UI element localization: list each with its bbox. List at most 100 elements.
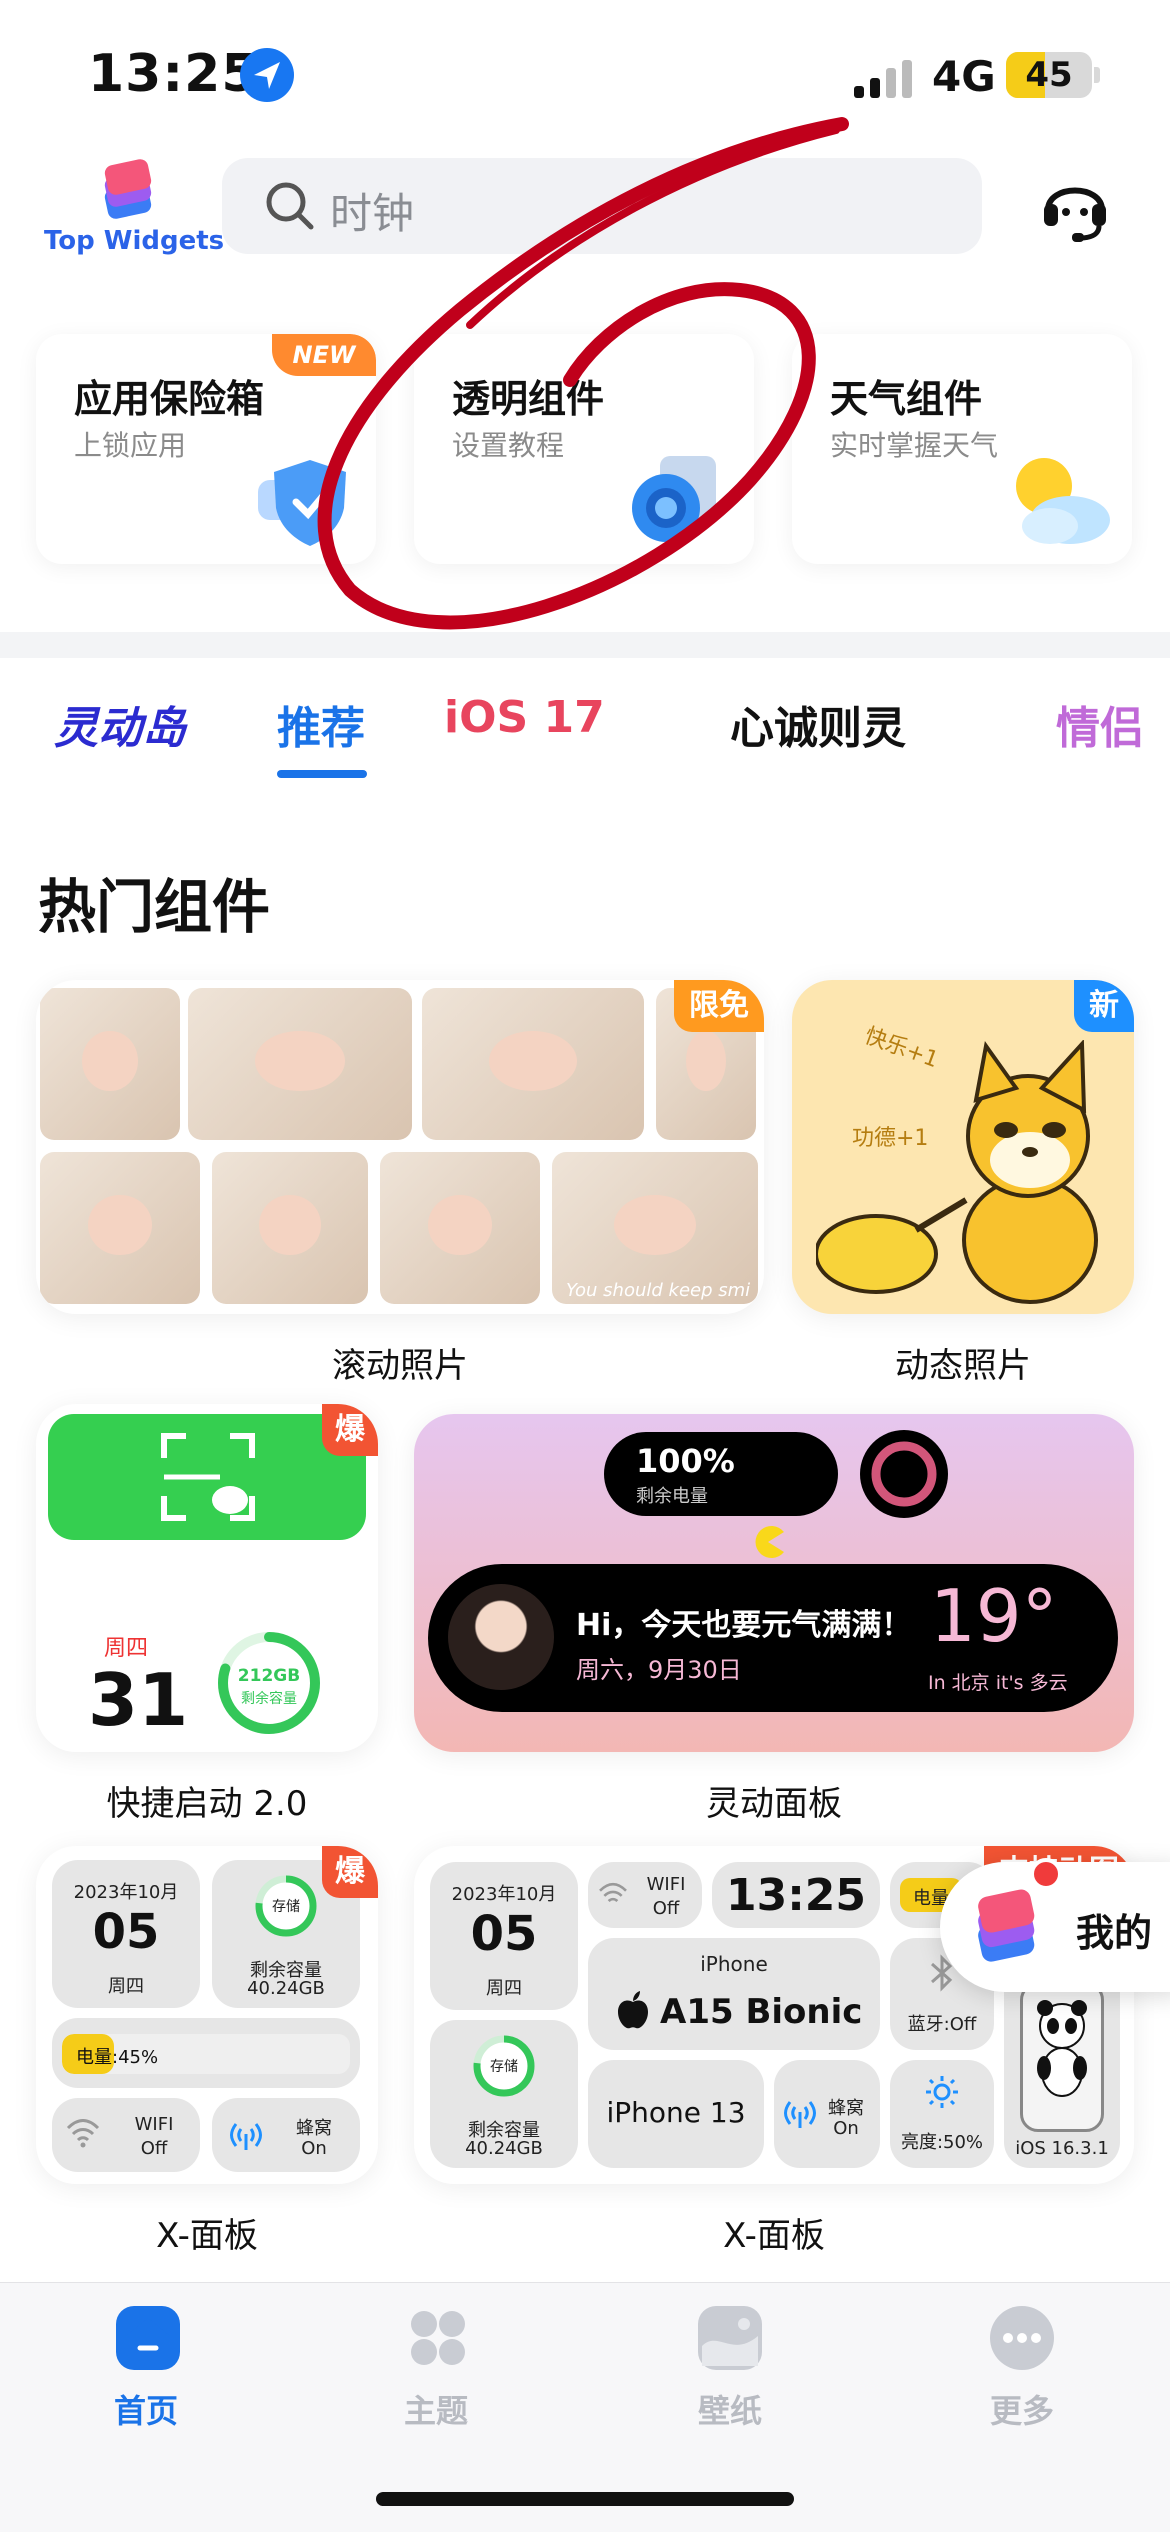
battery-bar: 电量:45% — [62, 2034, 350, 2074]
theme-icon[interactable] — [406, 2306, 470, 2370]
widget-label: 快捷启动 2.0 — [106, 1784, 308, 1824]
widget-x-panel-small[interactable]: 2023年10月 05 周四 存储 剩余容量 40.24GB 电量:45% WI… — [36, 1846, 378, 2184]
date-day: 05 — [92, 1904, 160, 1960]
app-logo-icon — [978, 1889, 1035, 1962]
cellular-state: On — [301, 2138, 327, 2159]
widget-quick-launch[interactable]: 周四 31 212GB 剩余容量 爆 — [36, 1404, 378, 1752]
category-sincere[interactable]: 心诚则灵 — [730, 692, 906, 756]
clock-time: 13:25 — [725, 1870, 867, 1921]
my-profile-floating-button[interactable]: 我的 — [940, 1858, 1170, 1992]
storage-value: 40.24GB — [465, 2138, 543, 2159]
category-dynamic-island[interactable]: 灵动岛 — [54, 692, 186, 756]
customer-service-icon[interactable] — [1040, 170, 1110, 244]
date-year-month: 2023年10月 — [73, 1882, 179, 1903]
chip-name: A15 Bionic — [660, 1992, 863, 2032]
category-ios17[interactable]: iOS 17 — [444, 692, 605, 743]
storage-ring-label: 存储 — [490, 2059, 518, 2075]
active-tab-underline — [277, 770, 367, 778]
photo-thumb — [380, 1152, 540, 1304]
photo-thumb — [40, 988, 180, 1140]
new-badge: 新 — [1074, 980, 1134, 1032]
widget-scroll-photos[interactable]: You should keep smi 限免 — [36, 980, 764, 1314]
brightness-value: 亮度:50% — [900, 2132, 984, 2153]
device-label: iPhone — [700, 1952, 768, 1976]
date-weekday: 周四 — [108, 1976, 144, 1997]
notification-dot — [1030, 1858, 1062, 1890]
storage-label: 剩余容量 — [241, 1691, 297, 1707]
widget-dynamic-panel[interactable]: 100% 剩余电量 Hi，今天也要元气满满！ 周六，9月30日 19° In 北… — [414, 1414, 1134, 1752]
apple-logo-icon — [618, 1991, 648, 2029]
wifi-state: Off — [652, 1898, 680, 1919]
brightness-tile[interactable]: 亮度:50% — [890, 2060, 994, 2168]
widget-label: 滚动照片 — [332, 1346, 468, 1386]
ring-icon — [860, 1430, 948, 1518]
cellular-label: 蜂窝 — [828, 2098, 864, 2119]
cellular-label: 蜂窝 — [296, 2118, 332, 2139]
widget-label: X-面板 — [156, 2216, 258, 2256]
battery-cap — [1094, 67, 1100, 83]
date-year-month: 2023年10月 — [451, 1884, 557, 1905]
wallpaper-icon[interactable] — [698, 2306, 762, 2370]
limited-free-badge: 限免 — [674, 980, 764, 1032]
day-number: 31 — [88, 1658, 189, 1742]
wifi-icon — [599, 1882, 627, 1903]
tab-wallpaper-label[interactable]: 壁纸 — [660, 2386, 800, 2432]
feature-card-subtitle: 上锁应用 — [74, 429, 187, 462]
photo-caption: You should keep smi — [566, 1280, 751, 1301]
home-indicator — [376, 2492, 794, 2506]
cellular-antenna-icon — [784, 2101, 816, 2128]
battery-label: 剩余电量 — [636, 1486, 708, 1507]
cellular-tile[interactable]: 蜂窝 On — [774, 2060, 880, 2168]
wechat-scan-icon — [161, 1433, 255, 1521]
battery-text: 电量:45% — [76, 2047, 159, 2068]
avatar — [448, 1584, 554, 1690]
app-name: Top Widgets+ — [44, 226, 239, 256]
cellular-tile[interactable]: 蜂窝 On — [212, 2098, 360, 2172]
app-logo-icon[interactable] — [92, 158, 162, 224]
brightness-icon — [926, 2076, 958, 2108]
hot-badge: 爆 — [322, 1404, 378, 1456]
date-day: 05 — [470, 1906, 538, 1962]
more-icon[interactable] — [990, 2306, 1054, 2370]
clock-tile: 13:25 — [712, 1862, 880, 1928]
wifi-state: Off — [140, 2138, 168, 2159]
photo-thumb — [40, 1152, 200, 1304]
cellular-state: On — [833, 2118, 859, 2139]
photo-thumb — [212, 1152, 368, 1304]
panda-icon — [1037, 2000, 1087, 2097]
widget-live-photo[interactable]: 快乐+1 功德+1 幸运 新 — [792, 980, 1134, 1314]
storage-value: 40.24GB — [247, 1978, 325, 1999]
chip-tile: iPhone A15 Bionic — [588, 1938, 880, 2050]
wifi-label: WIFI — [646, 1874, 686, 1895]
tab-home-label[interactable]: 首页 — [76, 2386, 216, 2432]
network-type: 4G — [932, 52, 996, 101]
section-divider — [0, 632, 1170, 658]
battery-text: 45 — [1025, 55, 1073, 95]
sun-cloud-icon — [1016, 458, 1110, 544]
wifi-tile[interactable]: WIFI Off — [52, 2098, 200, 2172]
my-label: 我的 — [1076, 1911, 1153, 1955]
greeting-date: 周六，9月30日 — [576, 1656, 742, 1684]
model-name: iPhone 13 — [606, 2096, 746, 2129]
wifi-tile[interactable]: WIFI Off — [588, 1862, 702, 1928]
tab-theme-label[interactable]: 主题 — [366, 2386, 506, 2432]
tab-more-label[interactable]: 更多 — [952, 2386, 1092, 2432]
category-recommended[interactable]: 推荐 — [277, 692, 365, 756]
model-tile: iPhone 13 — [588, 2060, 764, 2168]
storage-tile: 存储 剩余容量 40.24GB — [430, 2020, 578, 2168]
cellular-signal-icon — [852, 58, 922, 100]
ios-version: iOS 16.3.1 — [1015, 2138, 1109, 2159]
battery-tile: 电量:45% — [52, 2018, 360, 2088]
pacman-icon — [755, 1526, 784, 1558]
category-couple[interactable]: 情侣 — [1056, 692, 1144, 756]
battery-percent: 100% — [636, 1442, 735, 1480]
wifi-label: WIFI — [134, 2114, 174, 2135]
date-tile: 2023年10月 05 周四 — [52, 1860, 200, 2008]
date-weekday: 周四 — [486, 1978, 522, 1999]
doge-cat-icon — [816, 1040, 1098, 1304]
home-icon[interactable] — [116, 2306, 180, 2370]
hot-badge: 爆 — [322, 1846, 378, 1898]
storage-ring-label: 存储 — [272, 1899, 300, 1915]
battery-indicator: 45 — [1006, 52, 1092, 98]
location-arrow-icon — [240, 48, 294, 102]
